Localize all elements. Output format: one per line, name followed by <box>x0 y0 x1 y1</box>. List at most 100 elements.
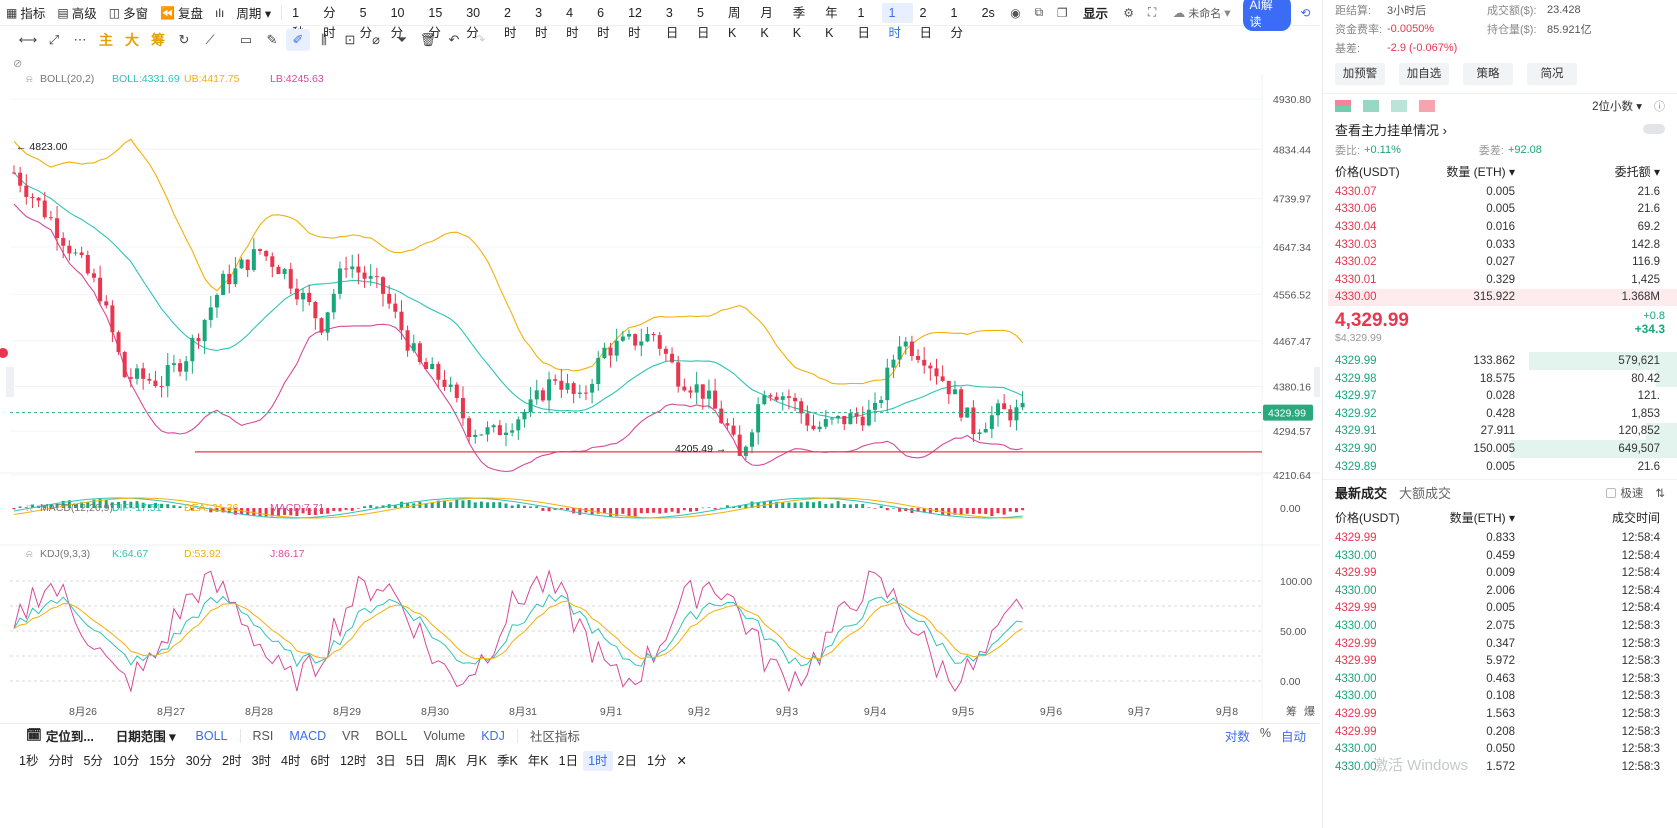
indicator-tab-1[interactable]: RSI <box>245 729 282 743</box>
bid-row[interactable]: 4329.97 0.028 121. <box>1323 387 1677 405</box>
info-icon[interactable]: ⓘ <box>1654 98 1665 114</box>
bottom-interval-19[interactable]: 2日 <box>613 751 642 771</box>
locate-button[interactable]: 🗓 定位到... <box>0 726 104 745</box>
bid-row[interactable]: 4329.91 27.911 120,852 <box>1323 422 1677 441</box>
undo-icon[interactable]: ↶ <box>442 29 466 51</box>
panel-button-0[interactable]: 加预警 <box>1335 63 1385 85</box>
col-qty[interactable]: 数量 (ETH) ▾ <box>1435 163 1515 180</box>
bottom-interval-14[interactable]: 月K <box>461 751 492 771</box>
book-bids-icon[interactable] <box>1363 99 1379 112</box>
rectangle-icon[interactable]: ▭ <box>234 29 258 51</box>
trash-icon[interactable]: 🗑 <box>416 29 440 51</box>
panel-button-2[interactable]: 策略 <box>1463 63 1513 85</box>
horizontal-line-icon[interactable]: ⟷ <box>16 29 40 51</box>
ask-row[interactable]: 4330.01 0.329 1,425 <box>1323 270 1677 289</box>
bottom-interval-8[interactable]: 4时 <box>276 751 305 771</box>
popout-icon[interactable]: ⧉ <box>1030 4 1047 22</box>
ai-analysis-button[interactable]: AI解读 <box>1242 0 1291 31</box>
bottom-interval-6[interactable]: 2时 <box>217 751 246 771</box>
bottom-interval-5[interactable]: 30分 <box>181 751 217 771</box>
bottom-interval-9[interactable]: 6时 <box>306 751 335 771</box>
bottom-interval-18[interactable]: 1时 <box>583 751 613 771</box>
interval-20[interactable]: 1分 <box>945 3 976 40</box>
depth-link[interactable]: 查看主力挂单情况 › <box>1323 117 1677 141</box>
toolbar-item-1[interactable]: ▤ 高级 <box>51 0 102 26</box>
indicator-tab-2[interactable]: MACD <box>281 729 334 743</box>
bottom-interval-1[interactable]: 分时 <box>43 751 78 771</box>
interval-5[interactable]: 30分 <box>460 3 498 40</box>
more-tools-icon[interactable]: ⋯ <box>68 29 92 51</box>
ask-row[interactable]: 4330.03 0.033 142.8 <box>1323 235 1677 254</box>
tab-latest-trades[interactable]: 最新成交 <box>1335 483 1387 502</box>
bottom-interval-0[interactable]: 1秒 <box>14 751 43 771</box>
interval-10[interactable]: 12时 <box>622 3 660 40</box>
interval-6[interactable]: 2时 <box>498 3 529 40</box>
layout-selector[interactable]: ☁ 未命名 ▾ <box>1167 0 1237 26</box>
interval-15[interactable]: 季K <box>787 3 819 40</box>
ask-row[interactable]: 4330.06 0.005 21.6 <box>1323 201 1677 219</box>
indicator-tab-0[interactable]: BOLL <box>188 729 236 743</box>
interval-12[interactable]: 5日 <box>691 3 722 40</box>
bottom-interval-4[interactable]: 15分 <box>144 751 180 771</box>
chip-button[interactable]: 筹 <box>146 29 170 51</box>
big-order-button[interactable]: 大 <box>120 29 144 51</box>
indicator-tab-6[interactable]: KDJ <box>473 729 513 743</box>
kline-chart[interactable]: 0.00 100.00 50.00 0.00 4930.80 4834.44 4739.… <box>0 55 1320 720</box>
book-depth-icon[interactable] <box>1419 99 1435 112</box>
date-range-button[interactable]: 日期范围 ▾ <box>104 726 188 745</box>
bottom-interval-11[interactable]: 3日 <box>371 751 400 771</box>
copy-icon[interactable]: ❐ <box>1054 4 1071 22</box>
interval-18[interactable]: 1时 <box>882 2 914 40</box>
interval-7[interactable]: 3时 <box>529 3 560 40</box>
axis-option-2[interactable]: 自动 <box>1281 726 1306 745</box>
pen-icon[interactable]: ✐ <box>286 29 310 51</box>
ask-row[interactable]: 4330.04 0.016 69.2 <box>1323 218 1677 236</box>
display-button[interactable]: 显示 <box>1077 0 1114 26</box>
bottom-interval-15[interactable]: 季K <box>492 751 523 771</box>
sort-icon[interactable]: ⇅ <box>1655 486 1665 500</box>
interval-4[interactable]: 15分 <box>422 3 460 40</box>
magic-icon[interactable]: ⟋ <box>198 29 222 51</box>
checkbox-box[interactable] <box>1606 487 1617 498</box>
interval-2[interactable]: 5分 <box>354 3 385 40</box>
tab-large-trades[interactable]: 大额成交 <box>1399 483 1451 502</box>
precision-selector[interactable]: 2位小数 ▾ <box>1592 98 1642 114</box>
indicator-tab-7[interactable]: 社区指标 <box>522 726 588 745</box>
book-asks-icon[interactable] <box>1391 99 1407 112</box>
toolbar-item-3[interactable]: ⏪ 复盘 <box>154 0 209 26</box>
speed-checkbox[interactable]: 极速 ⇅ <box>1606 485 1665 501</box>
indicator-tab-4[interactable]: BOLL <box>368 729 416 743</box>
trend-line-icon[interactable]: ⤢ <box>42 29 66 51</box>
interval-11[interactable]: 3日 <box>660 3 691 40</box>
interval-0[interactable]: 1秒 <box>286 3 317 40</box>
indicator-tab-3[interactable]: VR <box>334 729 367 743</box>
bottom-interval-13[interactable]: 周K <box>430 751 461 771</box>
bid-row[interactable]: 4329.98 18.575 80.42 <box>1323 369 1677 388</box>
toolbar-item-2[interactable]: ◫ 多窗 <box>103 0 154 26</box>
ask-row[interactable]: 4330.00 315.922 1.368M <box>1323 288 1677 307</box>
interval-13[interactable]: 周K <box>722 3 754 40</box>
highlighter-icon[interactable]: ⌀ <box>364 29 388 51</box>
indicator-tab-5[interactable]: Volume <box>416 729 474 743</box>
ask-row[interactable]: 4330.02 0.027 116.9 <box>1323 253 1677 271</box>
bottom-interval-16[interactable]: 年K <box>523 751 554 771</box>
bottom-interval-20[interactable]: 1分 <box>642 751 671 771</box>
ask-row[interactable]: 4330.07 0.005 21.6 <box>1323 183 1677 201</box>
axis-option-0[interactable]: 对数 <box>1225 726 1250 745</box>
bottom-interval-21[interactable]: ✕ <box>671 751 691 771</box>
toolbar-item-0[interactable]: ▦ 指标 <box>0 0 51 26</box>
bid-row[interactable]: 4329.90 150.005 649,507 <box>1323 440 1677 458</box>
axis-option-1[interactable]: % <box>1260 726 1271 745</box>
bottom-interval-10[interactable]: 12时 <box>335 751 371 771</box>
bid-row[interactable]: 4329.99 133.862 579,621 <box>1323 352 1677 370</box>
interval-8[interactable]: 4时 <box>560 3 591 40</box>
interval-14[interactable]: 月K <box>754 3 786 40</box>
interval-19[interactable]: 2日 <box>913 3 944 40</box>
bottom-interval-12[interactable]: 5日 <box>401 751 430 771</box>
bottom-interval-3[interactable]: 10分 <box>108 751 144 771</box>
interval-17[interactable]: 1日 <box>851 3 882 40</box>
depth-toggle[interactable] <box>1643 124 1665 134</box>
candle-tool-icon[interactable]: ⫼ <box>312 29 336 51</box>
interval-9[interactable]: 6时 <box>591 3 622 40</box>
camera-icon[interactable]: ◉ <box>1007 4 1024 22</box>
